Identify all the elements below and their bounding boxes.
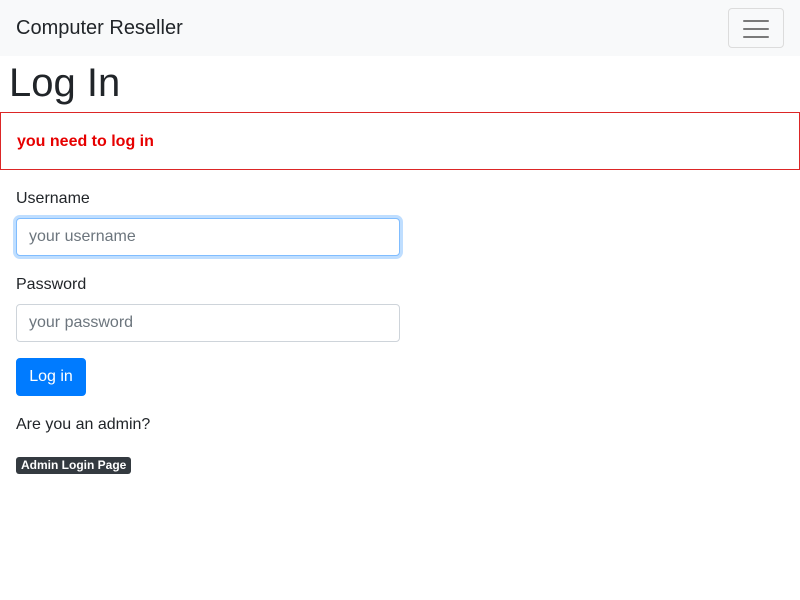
login-button[interactable]: Log in <box>16 358 86 396</box>
navbar-brand[interactable]: Computer Reseller <box>16 16 183 40</box>
password-label: Password <box>16 276 87 293</box>
navbar: Computer Reseller <box>0 0 800 56</box>
navbar-toggle-button[interactable] <box>728 8 784 48</box>
password-input[interactable] <box>16 304 400 342</box>
username-label: Username <box>16 190 90 207</box>
alert-message: you need to log in <box>17 133 154 150</box>
hamburger-menu-icon <box>743 18 769 40</box>
admin-login-link[interactable]: Admin Login Page <box>16 457 132 474</box>
page-title: Log In <box>9 61 121 105</box>
login-required-alert: you need to log in <box>0 112 800 170</box>
admin-question: Are you an admin? <box>16 416 151 433</box>
username-input[interactable] <box>16 218 400 256</box>
